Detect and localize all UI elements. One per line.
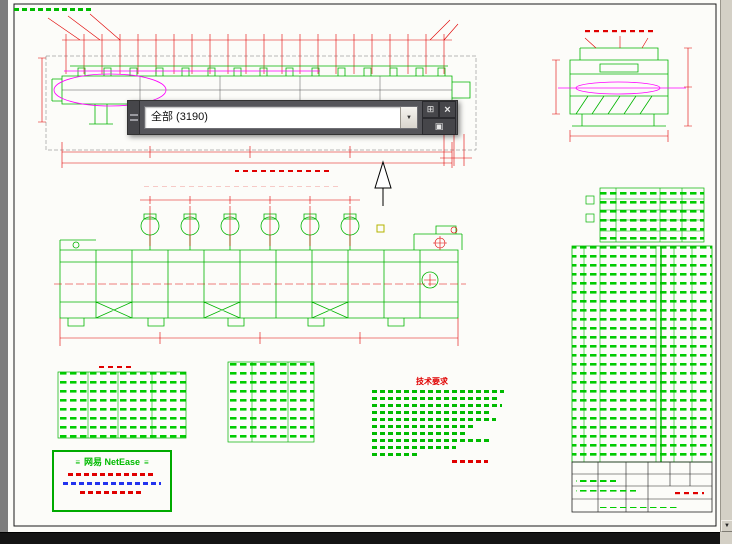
decor-mark: ≡ [75, 458, 80, 467]
palette-close-button[interactable]: × [439, 101, 456, 118]
scroll-down-button[interactable]: ▼ [721, 520, 732, 532]
object-type-dropdown[interactable]: 全部 (3190) ▼ [144, 106, 418, 129]
watermark-box: ≡ 网易 NetEase ≡ [52, 450, 172, 512]
corner-annotation [14, 8, 92, 11]
technical-notes: 技术要求 [372, 378, 512, 467]
palette-buttons: ⊞ × ▣ [422, 101, 457, 135]
watermark-line [68, 473, 156, 476]
app-window: 技术要求 ≡ 网易 NetEase ≡ 全部 (3190) ▼ ⊞ × ▣ ▼ [0, 0, 732, 544]
note-line [372, 390, 504, 393]
decor-mark: ≡ [144, 458, 149, 467]
note-line-red [452, 460, 488, 463]
quick-select-button[interactable]: ▣ [422, 118, 456, 135]
watermark-link [63, 482, 161, 485]
note-line [372, 404, 502, 407]
note-line [372, 418, 496, 421]
note-line [372, 397, 498, 400]
notes-title: 技术要求 [416, 377, 448, 386]
bottom-bar [0, 532, 720, 544]
note-line [372, 439, 490, 442]
note-line [372, 411, 490, 414]
note-line [372, 425, 476, 428]
pickadd-toggle-button[interactable]: ⊞ [422, 101, 439, 118]
scrollbar-corner [720, 532, 732, 544]
watermark-brand-row: ≡ 网易 NetEase ≡ [60, 457, 164, 468]
note-line [372, 446, 456, 449]
palette-grip[interactable] [128, 101, 140, 134]
object-type-value: 全部 (3190) [151, 111, 208, 123]
watermark-line [80, 491, 144, 494]
note-line [372, 432, 468, 435]
app-left-margin [0, 0, 8, 532]
watermark-brand: 网易 NetEase [83, 457, 141, 467]
chevron-down-icon[interactable]: ▼ [400, 107, 417, 128]
note-line [372, 453, 420, 456]
vertical-scrollbar[interactable]: ▼ [720, 0, 732, 532]
properties-palette: 全部 (3190) ▼ ⊞ × ▣ [127, 100, 458, 135]
